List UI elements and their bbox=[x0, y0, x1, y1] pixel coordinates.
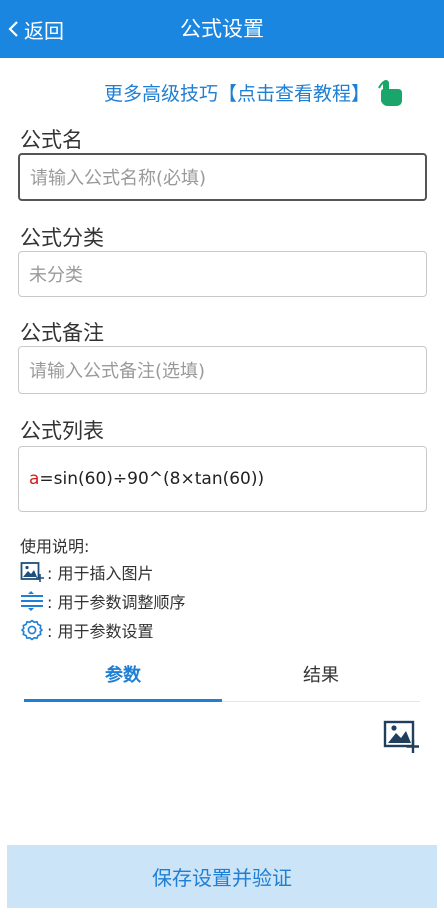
formula-category-label: 公式分类 bbox=[20, 226, 104, 250]
tutorial-link-text: 更多高级技巧【点击查看教程】 bbox=[104, 82, 371, 105]
help-item-settings: : 用于参数设置 bbox=[20, 618, 153, 642]
formula-name-label: 公式名 bbox=[20, 128, 83, 152]
gear-icon bbox=[20, 619, 44, 641]
insert-image-icon bbox=[20, 562, 44, 582]
tab-params[interactable]: 参数 bbox=[24, 656, 222, 702]
tab-bar: 参数 结果 bbox=[24, 656, 420, 702]
formula-category-value: 未分类 bbox=[29, 265, 83, 286]
formula-note-label: 公式备注 bbox=[20, 321, 104, 345]
help-item-text: : 用于参数调整顺序 bbox=[47, 593, 186, 612]
insert-image-button[interactable] bbox=[383, 718, 419, 754]
tutorial-link[interactable]: 更多高级技巧【点击查看教程】 bbox=[104, 76, 406, 108]
formula-note-input[interactable]: 请输入公式备注(选填) bbox=[18, 346, 427, 394]
formula-list-label: 公式列表 bbox=[20, 419, 104, 443]
save-button-label: 保存设置并验证 bbox=[152, 866, 292, 890]
reorder-icon bbox=[21, 591, 43, 611]
pointing-hand-icon bbox=[378, 80, 403, 106]
help-item-text: : 用于参数设置 bbox=[47, 622, 154, 641]
help-item-text: : 用于插入图片 bbox=[47, 564, 154, 583]
formula-name-input[interactable]: 请输入公式名称(必填) bbox=[18, 153, 427, 201]
formula-note-placeholder: 请输入公式备注(选填) bbox=[29, 361, 206, 382]
formula-expression: =sin(60)÷90^(8×tan(60)) bbox=[39, 469, 265, 489]
help-item-insert-image: : 用于插入图片 bbox=[20, 560, 153, 584]
top-bar: 返回 公式设置 bbox=[0, 0, 444, 58]
formula-category-select[interactable]: 未分类 bbox=[18, 251, 427, 297]
help-item-reorder: : 用于参数调整顺序 bbox=[20, 589, 185, 613]
page-title: 公式设置 bbox=[180, 17, 264, 41]
formula-variable: a bbox=[29, 469, 40, 489]
help-title: 使用说明: bbox=[20, 537, 90, 556]
formula-name-placeholder: 请输入公式名称(必填) bbox=[30, 168, 207, 189]
formula-item[interactable]: a =sin(60)÷90^(8×tan(60)) bbox=[18, 446, 427, 512]
tab-results[interactable]: 结果 bbox=[222, 656, 420, 701]
save-and-verify-button[interactable]: 保存设置并验证 bbox=[7, 845, 437, 908]
